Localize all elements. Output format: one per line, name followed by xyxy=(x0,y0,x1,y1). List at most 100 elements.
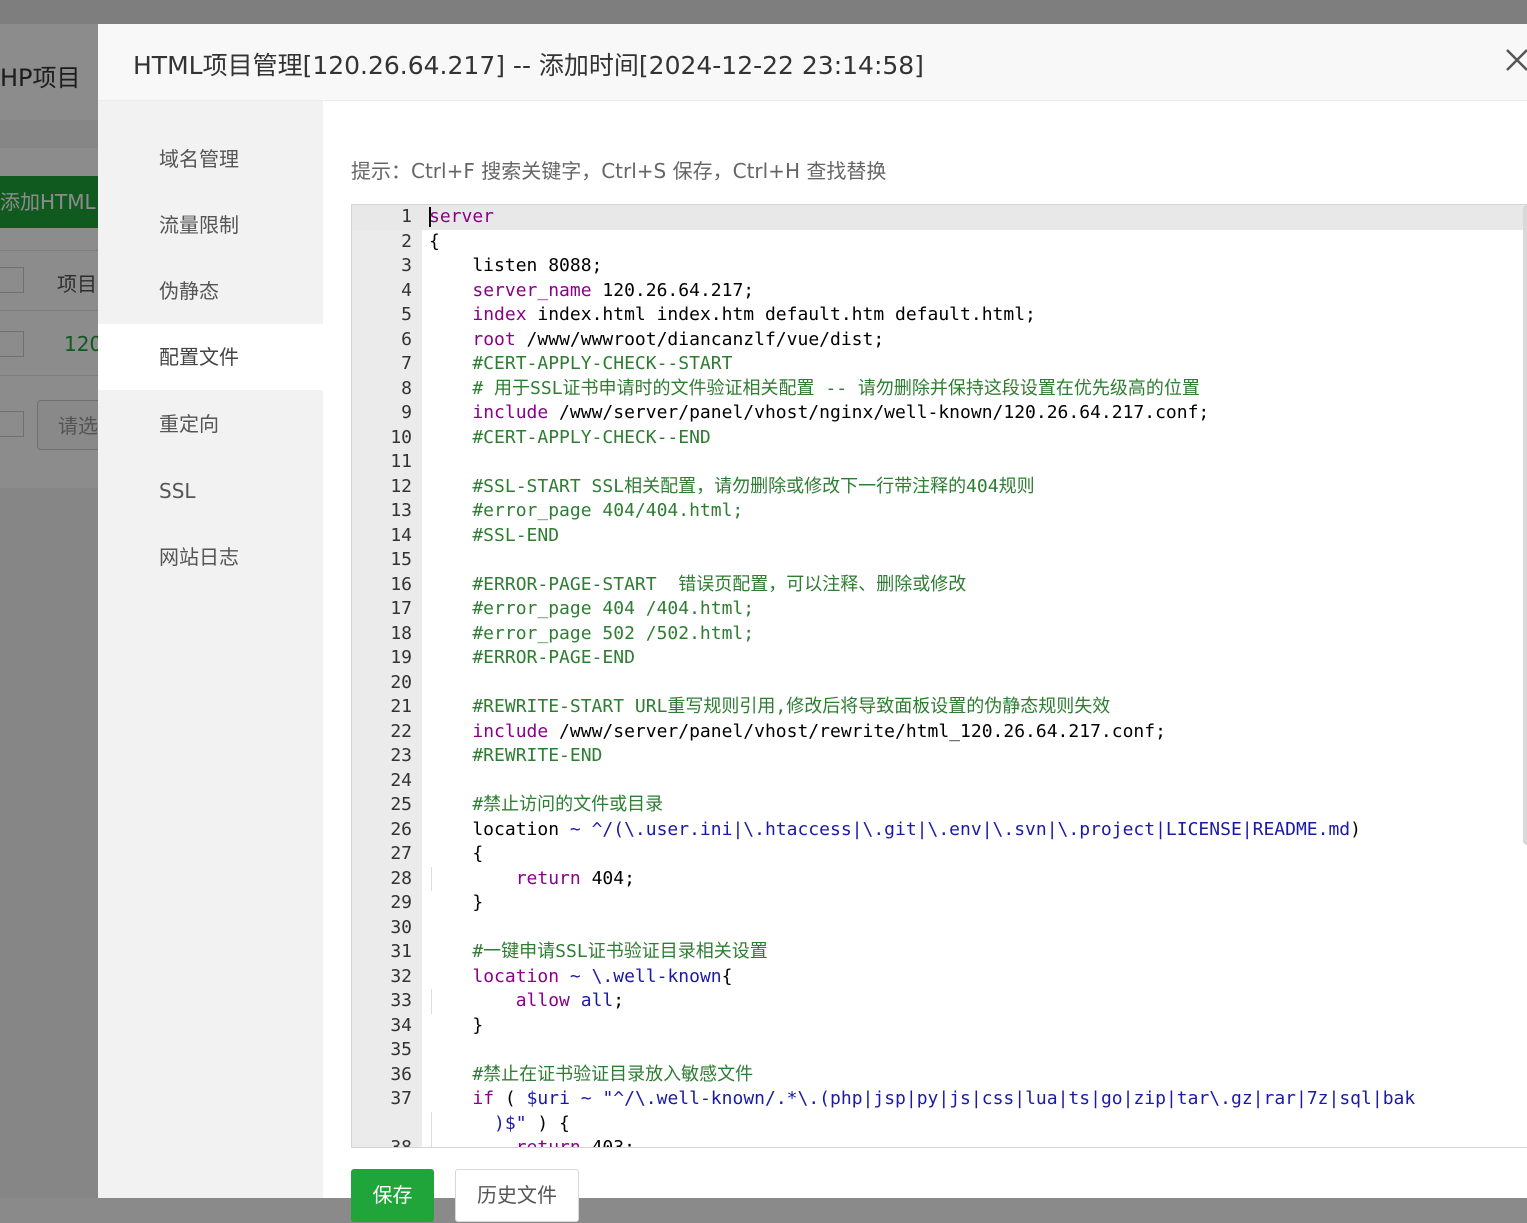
line-content: #REWRITE-END xyxy=(429,744,602,769)
code-line: 31 #一键申请SSL证书验证目录相关设置 xyxy=(352,940,1527,965)
code-token: ; xyxy=(613,990,625,1011)
code-token: #SSL-END xyxy=(429,524,560,546)
code-token: allow xyxy=(515,990,570,1011)
code-line: )$" ) { xyxy=(352,1111,1527,1136)
code-token: #ERROR-PAGE-END xyxy=(429,647,635,668)
code-token: include xyxy=(472,402,549,423)
sidebar-item-rewrite[interactable]: 伪静态 xyxy=(98,258,323,324)
line-number: 19 xyxy=(390,647,412,668)
code-line: 32 location ~ \.well-known{ xyxy=(352,965,1527,990)
line-content: server xyxy=(429,205,494,230)
code-token: #ERROR-PAGE-START 错误页配置，可以注释、删除或修改 xyxy=(429,573,967,595)
code-token: server_name xyxy=(472,279,592,301)
code-token: #CERT-APPLY-CHECK--END xyxy=(429,426,711,448)
code-token: if xyxy=(472,1088,495,1109)
line-number: 6 xyxy=(401,328,412,350)
config-code-editor[interactable]: 1 server 2{3 listen 8088; 4 server_name 120… xyxy=(351,204,1527,1148)
sidebar-item-redirect[interactable]: 重定向 xyxy=(98,391,323,457)
sidebar-item-ssl[interactable]: SSL xyxy=(98,458,323,524)
code-token: index.html index.htm default.htm default… xyxy=(526,304,1036,325)
line-content: return 404; xyxy=(429,867,635,892)
line-content: return 403; xyxy=(429,1136,635,1148)
line-content: } xyxy=(429,1014,483,1039)
line-number: 5 xyxy=(401,304,412,325)
code-line: 16 #ERROR-PAGE-START 错误页配置，可以注释、删除或修改 xyxy=(352,573,1527,598)
line-number: 18 xyxy=(390,622,412,644)
line-number: 7 xyxy=(401,353,412,374)
code-token: #error_page 404 /404.html; xyxy=(429,598,755,619)
code-line: 12 #SSL-START SSL相关配置，请勿删除或修改下一行带注释的404规… xyxy=(352,475,1527,500)
sidebar-item-traffic-limit[interactable]: 流量限制 xyxy=(98,192,323,258)
line-content: { xyxy=(429,230,440,255)
code-line: 35 xyxy=(352,1038,1527,1063)
line-content: root /www/wwwroot/diancanzlf/vue/dist; xyxy=(429,328,884,353)
editor-scrollbar[interactable] xyxy=(1523,205,1527,845)
line-content: #error_page 404 /404.html; xyxy=(429,597,754,622)
line-content: index index.html index.htm default.htm d… xyxy=(429,303,1036,328)
code-line: 23 #REWRITE-END xyxy=(352,744,1527,769)
code-line: 30 xyxy=(352,916,1527,941)
code-line: 7 #CERT-APPLY-CHECK--START xyxy=(352,352,1527,377)
history-file-button[interactable]: 历史文件 xyxy=(455,1169,579,1222)
code-token: # 用于SSL证书申请时的文件验证相关配置 -- 请勿删除并保持这段设置在优先级… xyxy=(429,377,1200,399)
sidebar-item-site-log[interactable]: 网站日志 xyxy=(98,524,323,590)
line-content: #ERROR-PAGE-END xyxy=(429,646,635,671)
save-button[interactable]: 保存 xyxy=(351,1169,434,1222)
project-config-modal: HTML项目管理[120.26.64.217] -- 添加时间[2024-12-… xyxy=(98,24,1527,1222)
line-content: #SSL-END xyxy=(429,524,559,549)
config-content: 提示：Ctrl+F 搜索关键字，Ctrl+S 保存，Ctrl+H 查找替换 1s… xyxy=(323,101,1527,1222)
sidebar-item-config-file[interactable]: 配置文件 xyxy=(98,324,323,390)
line-number: 26 xyxy=(390,818,412,840)
code-token: return xyxy=(515,867,581,889)
line-content: #error_page 404/404.html; xyxy=(429,499,743,524)
code-line: 37 if ( $uri ~ "^/\.well-known/.*\.(php|… xyxy=(352,1087,1527,1112)
code-line: 8 # 用于SSL证书申请时的文件验证相关配置 -- 请勿删除并保持这段设置在优… xyxy=(352,377,1527,402)
code-line: 29 } xyxy=(352,891,1527,916)
code-line: 9 include /www/server/panel/vhost/nginx/… xyxy=(352,401,1527,426)
code-token: #禁止访问的文件或目录 xyxy=(429,794,664,815)
code-token: #error_page 404/404.html; xyxy=(429,500,744,521)
code-line: 4 server_name 120.26.64.217; xyxy=(352,279,1527,304)
code-line: 14 #SSL-END xyxy=(352,524,1527,549)
code-line: 22 include /www/server/panel/vhost/rewri… xyxy=(352,720,1527,745)
line-number: 4 xyxy=(401,279,412,301)
code-token: 403; xyxy=(580,1137,635,1148)
modal-title: HTML项目管理[120.26.64.217] -- 添加时间[2024-12-… xyxy=(133,51,924,80)
code-token: { xyxy=(721,965,733,987)
line-number: 27 xyxy=(390,843,412,864)
code-line: 25 #禁止访问的文件或目录 xyxy=(352,793,1527,818)
code-token: #CERT-APPLY-CHECK--START xyxy=(429,353,733,374)
code-token: $uri xyxy=(526,1088,570,1109)
code-token: /www/server/panel/vhost/nginx/well-known… xyxy=(548,402,1210,423)
code-line: 1 server xyxy=(352,205,1527,230)
code-line: 5 index index.html index.htm default.htm… xyxy=(352,303,1527,328)
code-token: location xyxy=(429,818,570,840)
line-content: #ERROR-PAGE-START 错误页配置，可以注释、删除或修改 xyxy=(429,573,966,598)
code-line: 3 listen 8088; xyxy=(352,254,1527,279)
line-content: #禁止访问的文件或目录 xyxy=(429,793,663,818)
line-number: 31 xyxy=(390,941,412,962)
code-line: 20 xyxy=(352,671,1527,696)
line-number: 9 xyxy=(401,402,412,423)
line-number: 30 xyxy=(390,916,412,938)
code-token: ) xyxy=(1350,818,1361,840)
line-content: #SSL-START SSL相关配置，请勿删除或修改下一行带注释的404规则 xyxy=(429,475,1034,500)
code-token: root xyxy=(472,328,516,350)
code-line: 13 #error_page 404/404.html; xyxy=(352,499,1527,524)
code-line: 28 return 404; xyxy=(352,866,1527,892)
line-content: listen 8088; xyxy=(429,254,602,279)
code-token: /www/wwwroot/diancanzlf/vue/dist; xyxy=(515,328,885,350)
modal-header: HTML项目管理[120.26.64.217] -- 添加时间[2024-12-… xyxy=(98,24,1527,101)
code-token: )$" xyxy=(429,1112,527,1134)
code-token: all xyxy=(580,990,614,1011)
line-number: 8 xyxy=(401,377,412,399)
line-number: 25 xyxy=(390,794,412,815)
code-token: 120.26.64.217; xyxy=(591,279,755,301)
code-line: 34 } xyxy=(352,1014,1527,1039)
code-token: index xyxy=(472,304,527,325)
sidebar-item-domain[interactable]: 域名管理 xyxy=(98,126,323,192)
close-icon[interactable] xyxy=(1503,42,1527,82)
